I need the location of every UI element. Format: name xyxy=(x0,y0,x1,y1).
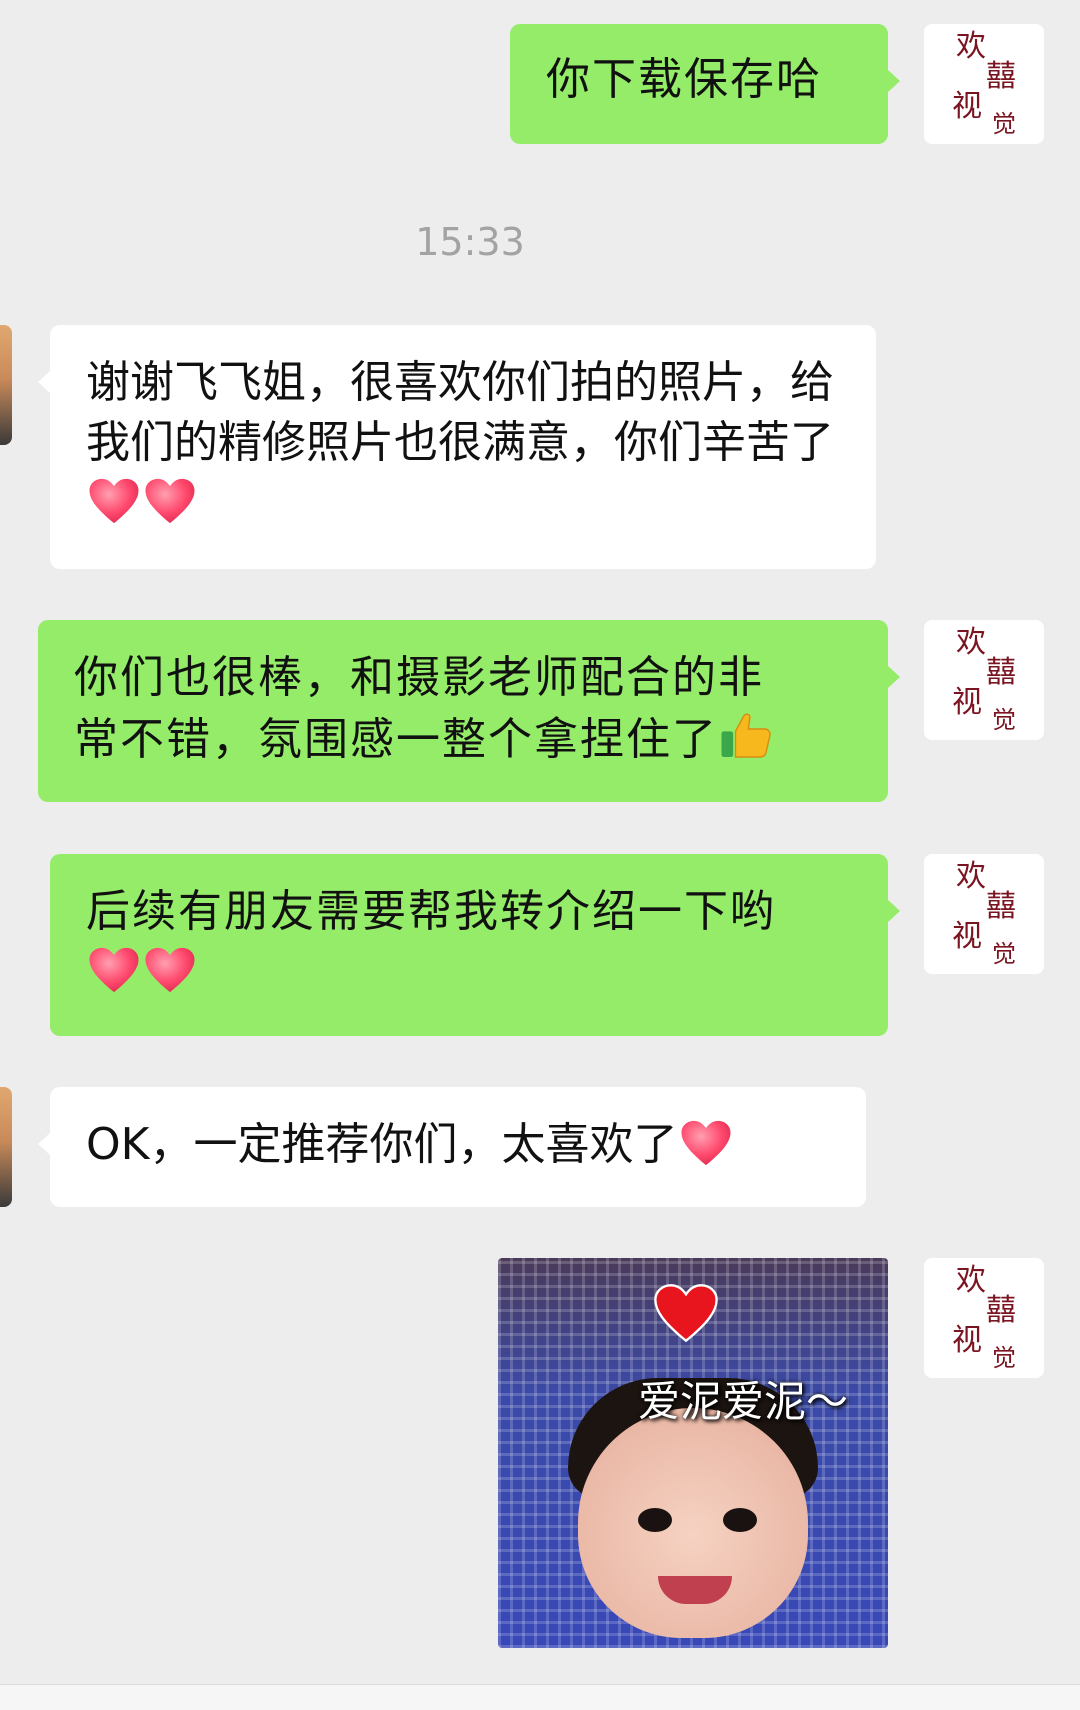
message-text: 你下载保存哈 xyxy=(546,54,822,105)
bubble-tail xyxy=(888,666,900,688)
heart-emoji-icon xyxy=(89,947,139,993)
message-bubble-self[interactable]: 后续有朋友需要帮我转介绍一下哟 xyxy=(50,854,900,1036)
bubble-tail xyxy=(38,371,50,393)
sticker-caption: 爱泥爱泥～ xyxy=(638,1377,849,1426)
message-bubble-self[interactable]: 你们也很棒，和摄影老师配合的非 常不错，氛围感一整个拿捏住了 xyxy=(38,620,900,802)
sticker-message[interactable]: 爱泥爱泥～ xyxy=(498,1258,888,1648)
heart-emoji-icon xyxy=(145,478,195,524)
message-text: 后续有朋友需要帮我转介绍一下哟 xyxy=(86,886,776,937)
heart-emoji-icon xyxy=(89,478,139,524)
message-text: 常不错，氛围感一整个拿捏住了 xyxy=(74,714,718,765)
bubble-tail xyxy=(38,1133,50,1155)
self-avatar[interactable]: 欢囍视觉 xyxy=(924,854,1044,974)
thumbs-up-emoji-icon xyxy=(721,713,771,758)
bubble-tail xyxy=(888,70,900,92)
heart-emoji-icon xyxy=(681,1120,730,1166)
brand-logo: 欢囍视觉 xyxy=(952,859,1016,968)
brand-logo: 欢囍视觉 xyxy=(952,625,1016,734)
input-bar-edge xyxy=(0,1684,1080,1710)
brand-logo: 欢囍视觉 xyxy=(952,1263,1016,1372)
sticker-heart-icon xyxy=(654,1284,718,1343)
self-avatar[interactable]: 欢囍视觉 xyxy=(924,1258,1044,1378)
message-bubble-peer[interactable]: 谢谢飞飞姐，很喜欢你们拍的照片，给我们的精修照片也很满意，你们辛苦了 xyxy=(38,325,876,569)
message-text: OK，一定推荐你们，太喜欢了 xyxy=(86,1119,678,1170)
message-text: 谢谢飞飞姐，很喜欢你们拍的照片，给我们的精修照片也很满意，你们辛苦了 xyxy=(86,357,834,468)
message-text: 你们也很棒，和摄影老师配合的非 xyxy=(74,652,764,703)
self-avatar[interactable]: 欢囍视觉 xyxy=(924,24,1044,144)
message-bubble-self[interactable]: 你下载保存哈 xyxy=(510,24,900,144)
peer-avatar[interactable] xyxy=(0,1087,12,1207)
timestamp: 15:33 xyxy=(415,220,525,264)
message-bubble-peer[interactable]: OK，一定推荐你们，太喜欢了 xyxy=(38,1087,866,1207)
brand-logo: 欢囍视觉 xyxy=(952,29,1016,138)
peer-avatar[interactable] xyxy=(0,325,12,445)
self-avatar[interactable]: 欢囍视觉 xyxy=(924,620,1044,740)
sticker-eye xyxy=(723,1508,757,1532)
chat-area[interactable]: 你下载保存哈 欢囍视觉 15:33 谢谢飞飞姐，很喜欢你们拍的照片，给我们的精修… xyxy=(0,0,1080,1710)
sticker-eye xyxy=(638,1508,672,1532)
heart-emoji-icon xyxy=(145,947,195,993)
bubble-tail xyxy=(888,900,900,922)
